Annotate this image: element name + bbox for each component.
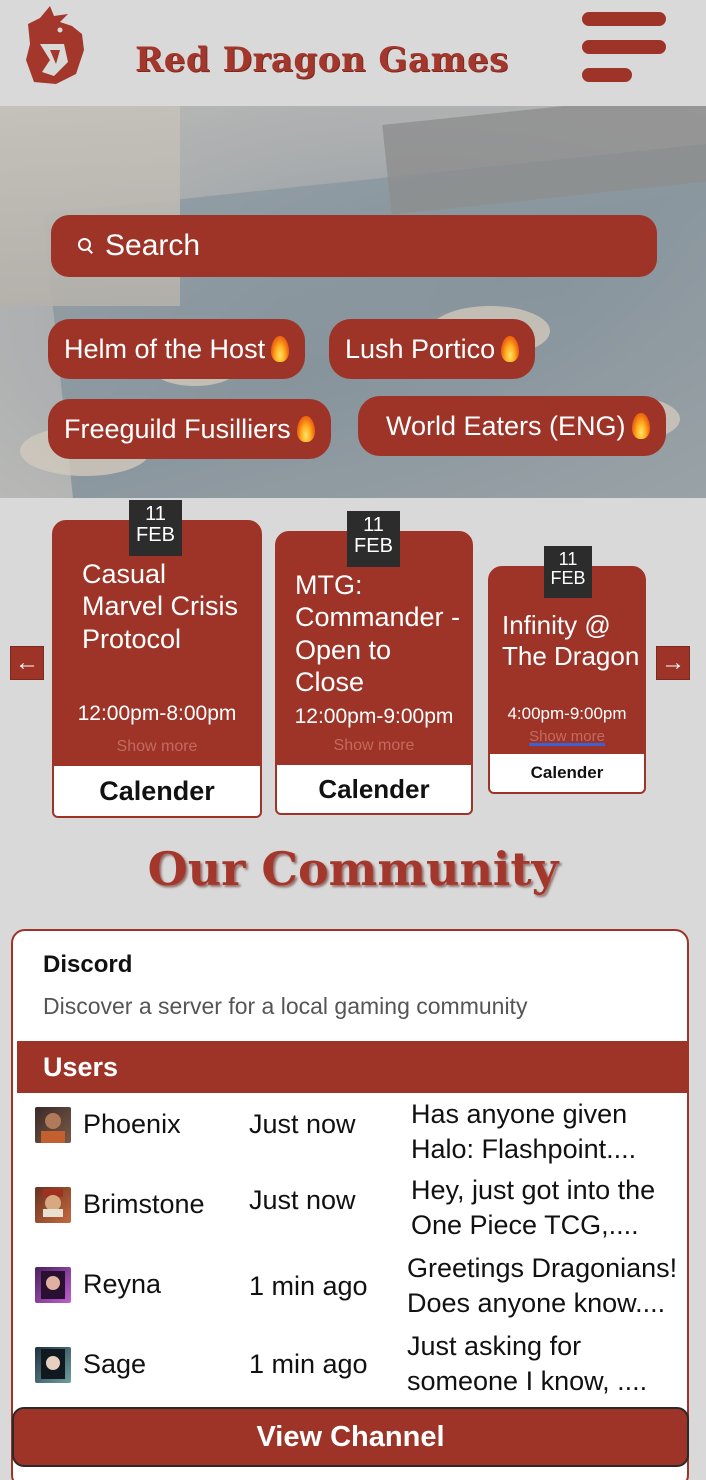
avatar — [35, 1267, 71, 1303]
message-line: One Piece TCG,.... — [411, 1210, 639, 1241]
user-message: Greetings Dragonians! Does anyone know..… — [407, 1251, 677, 1321]
fire-icon — [269, 334, 291, 364]
message-line: Hey, just got into the — [411, 1175, 656, 1205]
search-input[interactable]: Search — [51, 215, 657, 277]
event-title: Casual Marvel Crisis Protocol — [82, 559, 239, 654]
user-message: Has anyone given Halo: Flashpoint.... — [411, 1097, 636, 1167]
date-badge: 11 FEB — [129, 500, 182, 556]
event-time: 12:00pm-9:00pm — [294, 705, 454, 728]
tag-lush-portico[interactable]: Lush Portico — [329, 319, 536, 379]
event-card[interactable]: 11 FEB Casual Marvel Crisis Protocol 12:… — [52, 500, 262, 818]
event-card[interactable]: 11 FEB Infinity @ The Dragon 4:00pm-9:00… — [488, 546, 646, 794]
panel-description: Discover a server for a local gaming com… — [43, 993, 528, 1019]
date-day: 11 — [145, 503, 166, 525]
fire-icon — [630, 411, 652, 441]
users-header: Users — [17, 1041, 687, 1093]
hamburger-menu-icon[interactable] — [582, 12, 668, 82]
fire-icon — [295, 414, 317, 444]
tag-world-eaters[interactable]: World Eaters (ENG) — [358, 396, 666, 456]
user-row[interactable]: Reyna 1 min ago Greetings Dragonians! Do… — [13, 1251, 687, 1329]
show-more-link[interactable]: Show more — [490, 728, 644, 745]
avatar — [35, 1347, 71, 1383]
event-title: MTG: Commander - Open to Close — [295, 570, 461, 698]
show-more-link[interactable]: Show more — [277, 737, 471, 755]
event-time: 12:00pm-8:00pm — [77, 702, 237, 725]
menu-bar — [582, 12, 666, 26]
users-label: Users — [43, 1052, 119, 1082]
calendar-button[interactable]: Calender — [488, 752, 646, 794]
user-name: Sage — [83, 1349, 147, 1379]
date-month: FEB — [550, 567, 586, 588]
calendar-button[interactable]: Calender — [52, 764, 262, 818]
message-line: Does anyone know.... — [407, 1288, 666, 1319]
avatar — [35, 1187, 71, 1223]
discord-panel: Discord Discover a server for a local ga… — [11, 929, 689, 1480]
date-month: FEB — [136, 524, 175, 546]
site-header: Red Dragon Games — [0, 0, 706, 106]
menu-bar — [582, 40, 666, 54]
user-name: Reyna — [83, 1269, 162, 1299]
message-line: Halo: Flashpoint.... — [411, 1134, 637, 1165]
tag-helm-of-the-host[interactable]: Helm of the Host — [48, 319, 306, 379]
event-time: 4:00pm-9:00pm — [507, 704, 627, 723]
tag-label: Helm of the Host — [64, 333, 266, 364]
message-line: Has anyone given — [411, 1099, 628, 1129]
user-name: Brimstone — [83, 1189, 205, 1219]
user-row[interactable]: Brimstone Just now Hey, just got into th… — [13, 1171, 687, 1249]
user-name: Phoenix — [83, 1109, 181, 1139]
date-day: 11 — [558, 549, 578, 569]
tag-label: Freeguild Fusilliers — [64, 413, 291, 444]
tag-label: Lush Portico — [345, 333, 496, 364]
user-row[interactable]: Sage 1 min ago Just asking for someone I… — [13, 1329, 687, 1407]
panel-title: Discord — [43, 951, 133, 978]
search-placeholder: Search — [105, 229, 201, 262]
tag-freeguild-fusilliers[interactable]: Freeguild Fusilliers — [48, 399, 331, 459]
arrow-right-icon[interactable]: → — [656, 646, 690, 680]
event-title: Infinity @ The Dragon — [502, 610, 640, 672]
brand-name[interactable]: Red Dragon Games — [135, 40, 509, 80]
fire-icon — [499, 334, 521, 364]
search-icon — [77, 237, 95, 255]
user-time: Just now — [249, 1185, 356, 1215]
user-time: 1 min ago — [249, 1349, 368, 1379]
message-line: Just asking for — [407, 1331, 582, 1361]
date-badge: 11 FEB — [544, 546, 592, 598]
message-line: someone I know, .... — [407, 1366, 648, 1397]
tag-label: World Eaters (ENG) — [386, 410, 626, 441]
user-message: Hey, just got into the One Piece TCG,...… — [411, 1173, 655, 1243]
date-day: 11 — [363, 514, 384, 536]
user-time: 1 min ago — [249, 1271, 368, 1301]
user-time: Just now — [249, 1109, 356, 1139]
date-month: FEB — [354, 535, 393, 557]
date-badge: 11 FEB — [347, 511, 400, 567]
menu-bar — [582, 68, 632, 82]
community-heading: Our Community — [147, 842, 559, 896]
show-more-link[interactable]: Show more — [54, 738, 260, 756]
user-message: Just asking for someone I know, .... — [407, 1329, 647, 1399]
view-channel-button[interactable]: View Channel — [12, 1407, 689, 1467]
message-line: Greetings Dragonians! — [407, 1253, 678, 1283]
arrow-left-icon[interactable]: ← — [10, 646, 44, 680]
event-card[interactable]: 11 FEB MTG: Commander - Open to Close 12… — [275, 511, 473, 815]
hero-banner: Search Helm of the Host Lush Portico Fre… — [0, 106, 706, 498]
dragon-logo-icon[interactable] — [20, 4, 90, 88]
avatar — [35, 1107, 71, 1143]
calendar-button[interactable]: Calender — [275, 763, 473, 815]
user-row[interactable]: Phoenix Just now Has anyone given Halo: … — [13, 1093, 687, 1171]
